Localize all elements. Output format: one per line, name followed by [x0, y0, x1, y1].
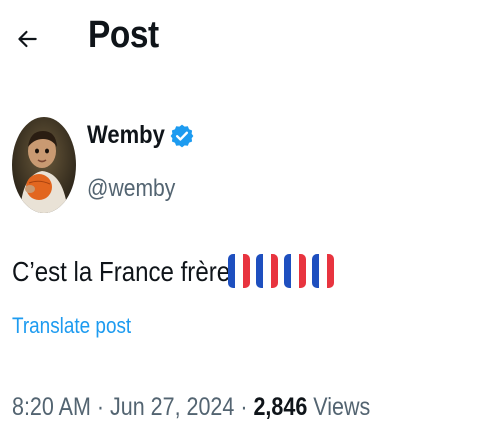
post-author: Wemby @wemby — [12, 117, 492, 213]
page-title: Post — [88, 14, 159, 56]
post-text: C’est la France frère — [12, 256, 231, 287]
views-count: 2,846 — [253, 393, 308, 421]
avatar[interactable] — [12, 117, 76, 213]
flag-emoji-group — [228, 254, 334, 288]
post-meta: 8:20 AM · Jun 27, 2024 · 2,846 Views — [12, 393, 370, 422]
flag-france-icon — [284, 254, 306, 288]
post-body: C’est la France frère — [12, 252, 334, 292]
views-label: Views — [313, 393, 371, 421]
avatar-photo — [12, 117, 76, 213]
page-header: Post — [0, 0, 500, 80]
verified-badge-icon — [171, 124, 194, 147]
author-name-row[interactable]: Wemby — [87, 121, 195, 150]
arrow-left-icon — [18, 30, 37, 48]
flag-france-icon — [256, 254, 278, 288]
meta-separator: · — [240, 393, 248, 421]
post-date[interactable]: Jun 27, 2024 — [110, 393, 234, 421]
post-page: Post Wemby @wemby C’est la France frère … — [0, 0, 500, 440]
author-name: Wemby — [87, 121, 165, 149]
meta-separator: · — [96, 393, 105, 421]
post-time[interactable]: 8:20 AM — [12, 393, 91, 421]
translate-post-link[interactable]: Translate post — [12, 313, 131, 339]
back-button[interactable] — [6, 18, 48, 60]
flag-france-icon — [228, 254, 250, 288]
author-handle[interactable]: @wemby — [87, 175, 175, 203]
flag-france-icon — [312, 254, 334, 288]
